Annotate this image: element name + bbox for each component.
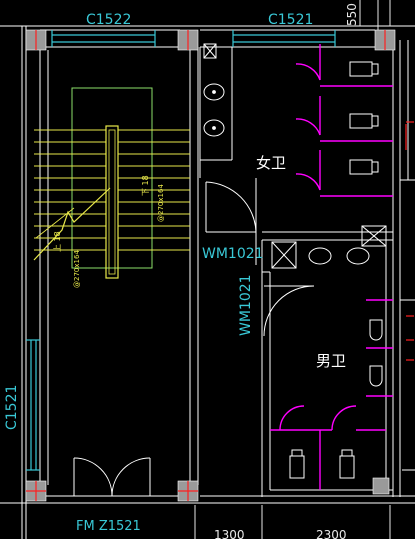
stair-up-spec: @270x164 — [73, 250, 81, 288]
columns — [25, 29, 396, 502]
door-label-wm-upper: WM1021 — [202, 246, 264, 262]
window-label-left: C1521 — [4, 385, 20, 430]
staircase: 上 18 @270x164 下 18 @270x164 — [33, 87, 190, 288]
women-door — [205, 181, 257, 233]
door-swing-icon — [73, 457, 113, 497]
toilet-icon — [289, 449, 305, 479]
plan-drawing: 上 18 @270x164 下 18 @270x164 C1522 C1521 … — [0, 0, 415, 539]
door-swing-icon — [111, 457, 151, 497]
dimension-bottom-left: 1300 — [214, 528, 245, 539]
door-swing-icon — [205, 181, 257, 233]
toilet-icon — [349, 159, 379, 175]
top-window-c1522 — [51, 30, 156, 47]
toilet-icon — [349, 61, 379, 77]
door-label-wm-vertical: WM1021 — [238, 274, 254, 336]
dimension-bottom-right: 2300 — [316, 528, 347, 539]
toilet-icon — [339, 449, 355, 479]
column-square-icon — [372, 477, 390, 495]
window-label-top-right: C1521 — [268, 12, 313, 28]
right-edge-fragments — [400, 40, 415, 471]
urinal-icon — [369, 319, 383, 341]
door-swing-icon — [263, 285, 315, 337]
fm-double-door — [73, 457, 151, 497]
door-label-fm: FM Z1521 — [76, 519, 141, 534]
urinal-icon — [369, 365, 383, 387]
stair-down-label: 下 18 — [141, 175, 150, 196]
right-edge-red-marks — [405, 121, 414, 361]
room-label-men: 男卫 — [316, 352, 346, 370]
stair-down-spec: @270x164 — [157, 184, 165, 222]
bottom-wall — [0, 495, 415, 504]
dimension-top-right: 550 — [345, 3, 359, 26]
left-wall — [21, 26, 49, 539]
washbasin-icon — [308, 247, 332, 265]
stair-up-label: 上 18 — [53, 231, 62, 252]
men-door — [263, 285, 315, 337]
room-label-women: 女卫 — [256, 154, 286, 172]
washbasin-icon — [346, 247, 370, 265]
cad-floor-plan: 上 18 @270x164 下 18 @270x164 C1522 C1521 … — [0, 0, 415, 539]
window-label-top-left: C1522 — [86, 12, 131, 28]
toilet-icon — [349, 113, 379, 129]
left-window-c1521 — [26, 339, 40, 471]
